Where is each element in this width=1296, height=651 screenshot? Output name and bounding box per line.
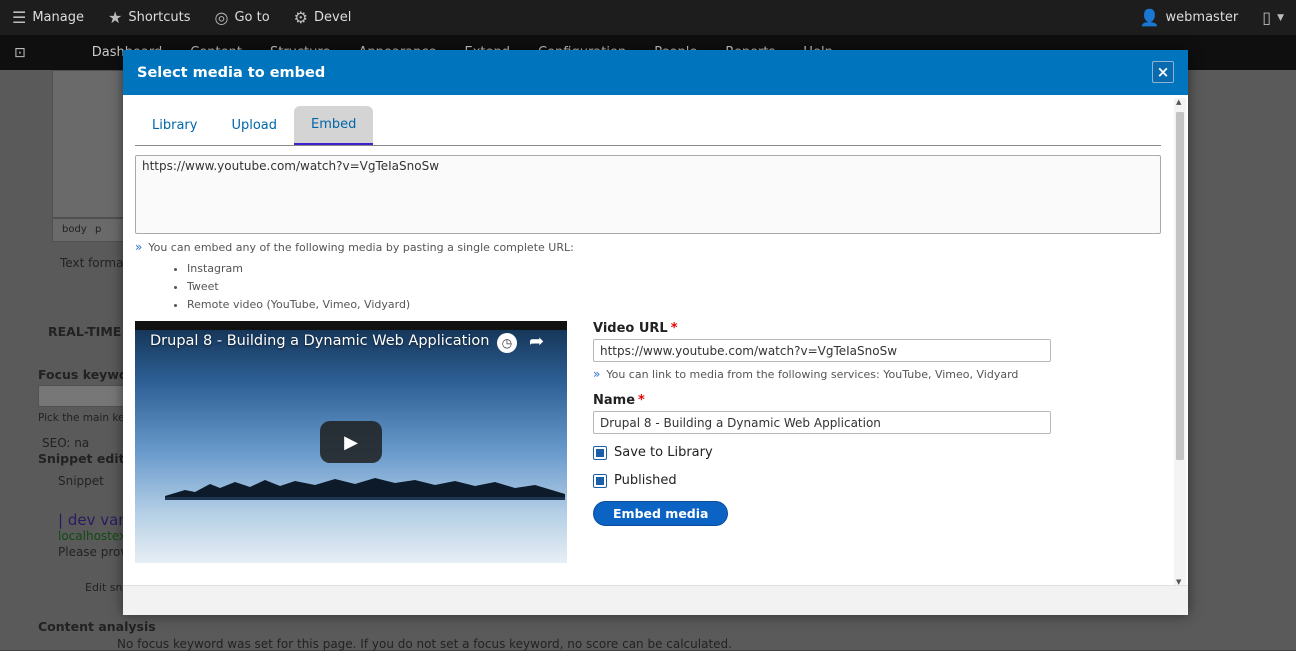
embed-help: » You can embed any of the following medi… bbox=[135, 240, 574, 254]
name-label: Name * bbox=[593, 393, 645, 408]
close-button[interactable]: × bbox=[1152, 61, 1174, 83]
media-type-list: Instagram Tweet Remote video (YouTube, V… bbox=[175, 260, 410, 314]
dialog-button-pane bbox=[123, 585, 1188, 615]
device-toggle[interactable]: ▯ ▼ bbox=[1250, 0, 1296, 35]
text-format-label: Text format bbox=[60, 256, 129, 270]
hamburger-icon: ☰ bbox=[12, 8, 27, 27]
caret-down-icon: ▼ bbox=[1277, 12, 1284, 23]
play-icon: ▶ bbox=[344, 431, 358, 453]
treeline-graphic bbox=[165, 478, 565, 500]
share-icon[interactable]: ➦ bbox=[529, 331, 544, 352]
close-icon: × bbox=[1156, 63, 1170, 81]
goto-menu[interactable]: ◎ Go to bbox=[202, 0, 281, 35]
checkbox-checked[interactable] bbox=[593, 473, 607, 488]
focus-keyword-input[interactable] bbox=[38, 385, 124, 407]
video-url-help-text: You can link to media from the following… bbox=[606, 368, 1019, 381]
dialog-title: Select media to embed bbox=[137, 64, 326, 81]
path-p: p bbox=[95, 224, 102, 235]
required-marker: * bbox=[670, 321, 678, 336]
path-body: body bbox=[62, 224, 87, 235]
list-item: Remote video (YouTube, Vimeo, Vidyard) bbox=[187, 296, 410, 314]
user-menu[interactable]: 👤 webmaster bbox=[1128, 0, 1251, 35]
gear-icon: ⚙ bbox=[293, 8, 309, 27]
tab-library[interactable]: Library bbox=[135, 106, 214, 145]
shortcuts-menu[interactable]: ★ Shortcuts bbox=[96, 0, 203, 35]
seo-status: SEO: na bbox=[42, 436, 90, 450]
dialog-scrollbar[interactable]: ▲ ▼ bbox=[1174, 98, 1186, 586]
video-title[interactable]: Drupal 8 - Building a Dynamic Web Applic… bbox=[150, 333, 489, 349]
video-url-input[interactable] bbox=[593, 339, 1051, 362]
play-button[interactable]: ▶ bbox=[320, 421, 382, 463]
snippet-url: localhostex bbox=[58, 529, 127, 543]
chevron-right-icon: » bbox=[135, 240, 143, 254]
published-label[interactable]: Published bbox=[614, 473, 677, 488]
dialog-body: Library Upload Embed https://www.youtube… bbox=[123, 95, 1188, 585]
goto-icon: ◎ bbox=[214, 8, 229, 27]
tray-toggle-icon[interactable]: ⊡ bbox=[0, 45, 38, 61]
edit-snippet-button[interactable]: Edit sn bbox=[85, 581, 123, 594]
content-analysis-label: Content analysis bbox=[38, 619, 156, 634]
checkbox-checked[interactable] bbox=[593, 445, 607, 460]
devel-menu[interactable]: ⚙ Devel bbox=[282, 0, 364, 35]
user-icon: 👤 bbox=[1139, 8, 1160, 27]
published-checkbox[interactable]: Published bbox=[593, 473, 677, 488]
editor-area bbox=[52, 70, 132, 218]
media-dialog: Select media to embed × Library Upload E… bbox=[123, 50, 1188, 615]
manage-menu[interactable]: ☰ Manage bbox=[0, 0, 96, 35]
list-item: Tweet bbox=[187, 278, 410, 296]
snippet-description: Please provi bbox=[58, 545, 131, 559]
chevron-right-icon: » bbox=[593, 367, 601, 381]
embed-help-text: You can embed any of the following media… bbox=[148, 241, 574, 254]
name-input[interactable] bbox=[593, 411, 1051, 434]
admin-toolbar: ☰ Manage ★ Shortcuts ◎ Go to ⚙ Devel 👤 webmas… bbox=[0, 0, 1296, 35]
video-preview[interactable]: Drupal 8 - Building a Dynamic Web Applic… bbox=[135, 321, 567, 563]
video-url-help: » You can link to media from the followin… bbox=[593, 367, 1018, 381]
scrollbar-thumb[interactable] bbox=[1176, 112, 1184, 460]
snippet-title: | dev var bbox=[58, 511, 125, 529]
media-tabs: Library Upload Embed bbox=[135, 106, 1161, 146]
no-focus-message: No focus keyword was set for this page. … bbox=[117, 637, 732, 651]
snippet-preview-label: Snippet bbox=[58, 474, 104, 488]
tab-embed[interactable]: Embed bbox=[294, 106, 374, 145]
scroll-up-icon[interactable]: ▲ bbox=[1176, 98, 1181, 106]
video-url-label: Video URL * bbox=[593, 321, 678, 336]
save-to-library-checkbox[interactable]: Save to Library bbox=[593, 445, 713, 460]
list-item: Instagram bbox=[187, 260, 410, 278]
video-topbar bbox=[135, 321, 567, 330]
tab-upload[interactable]: Upload bbox=[214, 106, 294, 145]
embed-media-button[interactable]: Embed media bbox=[593, 501, 729, 526]
star-icon: ★ bbox=[107, 8, 123, 27]
phone-icon: ▯ bbox=[1262, 8, 1272, 27]
required-marker: * bbox=[638, 393, 645, 408]
clock-icon[interactable]: ◷ bbox=[497, 333, 517, 353]
dialog-titlebar: Select media to embed bbox=[123, 50, 1188, 95]
save-to-library-label[interactable]: Save to Library bbox=[614, 445, 713, 460]
embed-url-textarea[interactable]: https://www.youtube.com/watch?v=VgTeIaSn… bbox=[135, 155, 1161, 234]
